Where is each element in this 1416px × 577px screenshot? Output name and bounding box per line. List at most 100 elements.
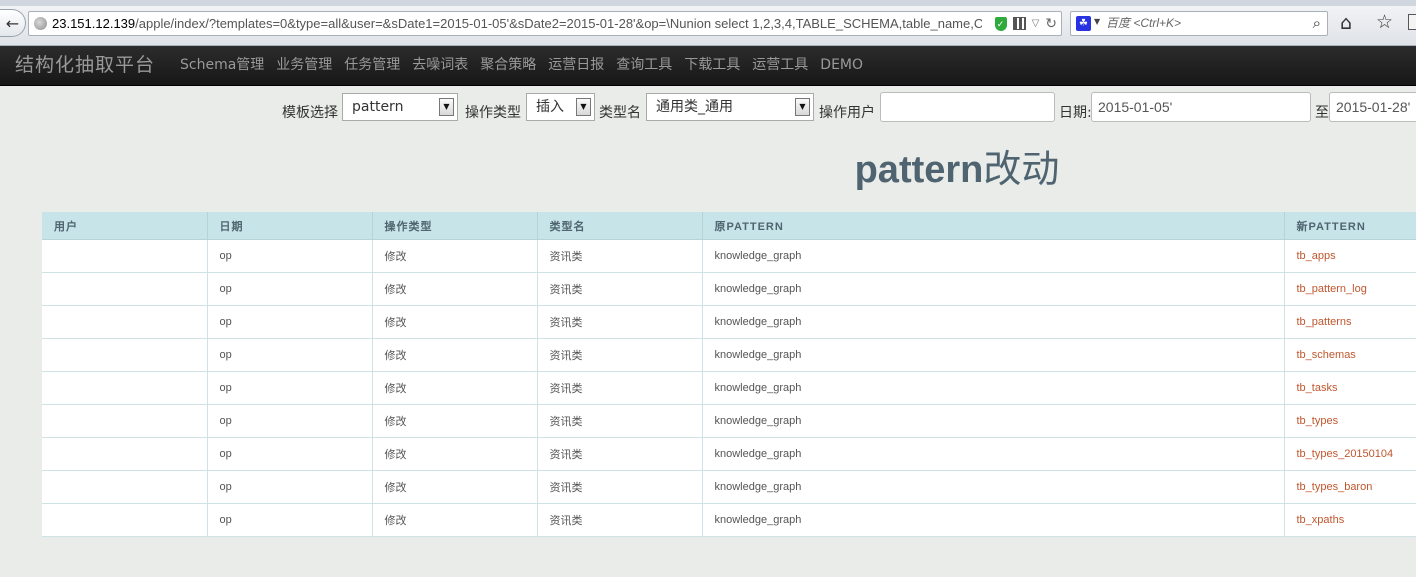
nav-item-denoise-words[interactable]: 去噪词表 [406,46,474,84]
filter-form: 模板选择 pattern ▼ 操作类型 插入 ▼ 类型名 通用类_通用 ▼ 操作… [0,90,1416,126]
cell-type-name: 资讯类 [536,404,702,438]
cell-op-type: 修改 [371,470,537,504]
cell-date: op [206,404,372,438]
date-to-input[interactable]: 2015-01-28' [1329,92,1416,122]
cell-type-name: 资讯类 [536,305,702,339]
changes-table-wrap: 用户 日期 操作类型 类型名 原PATTERN 新PATTERN op 修改 资… [42,212,1416,537]
type-name-select-value: 通用类_通用 [656,99,733,115]
magnifier-icon[interactable]: ⌕ [1313,14,1321,32]
cell-old-pattern: knowledge_graph [701,371,1284,405]
user-label: 操作用户 [819,105,875,121]
template-select-value: pattern [352,99,404,115]
nav-item-query-tools[interactable]: 查询工具 [610,46,678,84]
clipboard-icon[interactable] [1408,14,1416,30]
user-input[interactable] [880,92,1055,122]
cell-new-pattern-link[interactable]: tb_patterns [1283,305,1416,339]
nav-item-tasks[interactable]: 任务管理 [338,46,406,84]
qr-code-icon[interactable] [1012,17,1026,30]
type-name-select[interactable]: 通用类_通用 ▼ [646,93,814,121]
cell-type-name: 资讯类 [536,239,702,273]
reload-icon[interactable]: ↻ [1045,12,1057,35]
cell-op-type: 修改 [371,305,537,339]
cell-date: op [206,503,372,537]
tab-strip [0,0,1416,6]
back-button[interactable]: ← [0,9,26,37]
cell-op-type: 修改 [371,437,537,471]
table-row: op 修改 资讯类 knowledge_graph tb_tasks [42,371,1416,405]
nav-item-download-tools[interactable]: 下载工具 [678,46,746,84]
cell-type-name: 资讯类 [536,272,702,306]
search-placeholder: 百度 <Ctrl+K> [1106,16,1182,30]
cell-op-type: 修改 [371,272,537,306]
table-row: op 修改 资讯类 knowledge_graph tb_types_20150… [42,437,1416,471]
cell-new-pattern-link[interactable]: tb_pattern_log [1283,272,1416,306]
op-type-select-value: 插入 [536,99,564,115]
cell-new-pattern-link[interactable]: tb_types_baron [1283,470,1416,504]
column-header-old-pattern: 原PATTERN [701,212,1284,240]
op-type-select[interactable]: 插入 ▼ [526,93,595,121]
cell-old-pattern: knowledge_graph [701,503,1284,537]
cell-old-pattern: knowledge_graph [701,437,1284,471]
cell-user [42,404,207,438]
url-path: /apple/index/?templates=0&type=all&user=… [135,16,982,31]
search-box[interactable]: ☘ ▼ 百度 <Ctrl+K> ⌕ [1070,11,1328,36]
column-header-date: 日期 [206,212,372,240]
cell-old-pattern: knowledge_graph [701,338,1284,372]
cell-date: op [206,470,372,504]
url-host: 23.151.12.139 [52,16,136,31]
cell-new-pattern-link[interactable]: tb_types_20150104 [1283,437,1416,471]
cell-op-type: 修改 [371,338,537,372]
cell-date: op [206,338,372,372]
cell-user [42,239,207,273]
cell-type-name: 资讯类 [536,338,702,372]
globe-icon [34,17,47,30]
nav-item-demo[interactable]: DEMO [814,46,869,84]
brand[interactable]: 结构化抽取平台 [15,46,155,84]
url-text: 23.151.12.139/apple/index/?templates=0&t… [52,12,982,35]
home-icon[interactable]: ⌂ [1340,12,1352,34]
template-select[interactable]: pattern ▼ [342,93,458,121]
cell-op-type: 修改 [371,503,537,537]
cell-new-pattern-link[interactable]: tb_tasks [1283,371,1416,405]
table-row: op 修改 资讯类 knowledge_graph tb_types [42,404,1416,438]
cell-new-pattern-link[interactable]: tb_schemas [1283,338,1416,372]
shield-icon[interactable]: ✓ [994,16,1007,31]
type-name-label: 类型名 [599,105,641,121]
cell-new-pattern-link[interactable]: tb_apps [1283,239,1416,273]
cell-op-type: 修改 [371,239,537,273]
nav-item-ops-tools[interactable]: 运营工具 [746,46,814,84]
column-header-type-name: 类型名 [536,212,702,240]
table-row: op 修改 资讯类 knowledge_graph tb_types_baron [42,470,1416,504]
cell-date: op [206,371,372,405]
address-bar-icons: ✓ ▽ ↻ [994,12,1057,35]
date-to-label: 至 [1315,105,1329,121]
op-type-label: 操作类型 [465,105,521,121]
table-row: op 修改 资讯类 knowledge_graph tb_schemas [42,338,1416,372]
star-icon[interactable]: ☆ [1376,11,1393,33]
cell-new-pattern-link[interactable]: tb_xpaths [1283,503,1416,537]
navbar: 结构化抽取平台 Schema管理 业务管理 任务管理 去噪词表 聚合策略 运营日… [0,46,1416,86]
nav-item-schema[interactable]: Schema管理 [174,46,270,84]
nav-item-aggregation[interactable]: 聚合策略 [474,46,542,84]
nav-item-business[interactable]: 业务管理 [270,46,338,84]
page-title: pattern改动 [0,138,1416,193]
nav-item-daily-report[interactable]: 运营日报 [542,46,610,84]
cell-type-name: 资讯类 [536,503,702,537]
search-engine-dropdown-icon[interactable]: ▼ [1094,17,1100,26]
template-label: 模板选择 [282,105,338,121]
table-header-row: 用户 日期 操作类型 类型名 原PATTERN 新PATTERN [42,212,1416,240]
address-bar[interactable]: 23.151.12.139/apple/index/?templates=0&t… [28,11,1062,36]
cell-new-pattern-link[interactable]: tb_types [1283,404,1416,438]
column-header-op-type: 操作类型 [371,212,537,240]
history-dropdown-icon[interactable]: ▽ [1032,12,1040,35]
date-from-input[interactable]: 2015-01-05' [1091,92,1311,122]
table-row: op 修改 资讯类 knowledge_graph tb_patterns [42,305,1416,339]
baidu-icon[interactable]: ☘ [1076,16,1091,31]
date-label: 日期: [1059,105,1092,121]
cell-user [42,338,207,372]
nav-menu: Schema管理 业务管理 任务管理 去噪词表 聚合策略 运营日报 查询工具 下… [174,46,869,84]
changes-table: 用户 日期 操作类型 类型名 原PATTERN 新PATTERN op 修改 资… [42,212,1416,537]
cell-user [42,470,207,504]
cell-type-name: 资讯类 [536,470,702,504]
cell-old-pattern: knowledge_graph [701,272,1284,306]
